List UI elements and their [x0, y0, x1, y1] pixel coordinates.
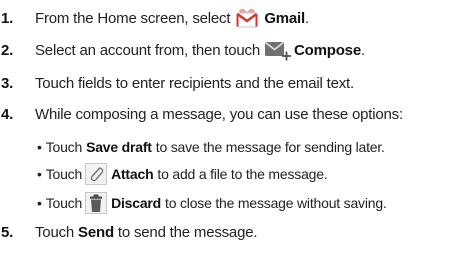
bullet-text: Touch — [45, 195, 83, 211]
bullet-text-end: to add a file to the message. — [157, 166, 328, 182]
step-number: 4. — [1, 105, 14, 123]
attach-label: Attach — [111, 166, 154, 182]
bullet-marker: • — [37, 139, 42, 155]
bullet-marker: • — [37, 166, 42, 182]
gmail-icon — [234, 7, 260, 29]
bullet-text: Touch — [45, 139, 83, 155]
save-draft-label: Save draft — [86, 139, 152, 155]
step-text: Select an account from, then touch — [35, 41, 261, 59]
step-text-end: to send the message. — [117, 223, 258, 241]
compose-icon — [264, 39, 292, 61]
step-text: From the Home screen, select — [35, 9, 231, 27]
step-number: 2. — [1, 41, 14, 59]
step-text: Touch — [35, 223, 75, 241]
attach-icon — [85, 163, 108, 185]
step-text: While composing a message, you can use t… — [35, 105, 403, 123]
bullet-text-end: to close the message without saving. — [165, 195, 387, 211]
step-text-end: . — [360, 41, 365, 59]
send-label: Send — [78, 223, 114, 241]
instruction-document: 1. From the Home screen, select Gmail . … — [0, 0, 459, 259]
step-text: Touch fields to enter recipients and the… — [35, 74, 354, 92]
bullet-text: Touch — [45, 166, 83, 182]
bullet-text-end: to save the message for sending later. — [155, 139, 385, 155]
compose-label: Compose — [294, 41, 361, 59]
step-text-end: . — [305, 9, 309, 27]
discard-label: Discard — [111, 195, 162, 211]
step-number: 1. — [1, 9, 14, 27]
step-number: 5. — [1, 223, 14, 241]
gmail-label: Gmail — [264, 9, 305, 27]
discard-icon — [85, 192, 108, 214]
step-number: 3. — [1, 74, 14, 92]
bullet-marker: • — [37, 195, 42, 211]
